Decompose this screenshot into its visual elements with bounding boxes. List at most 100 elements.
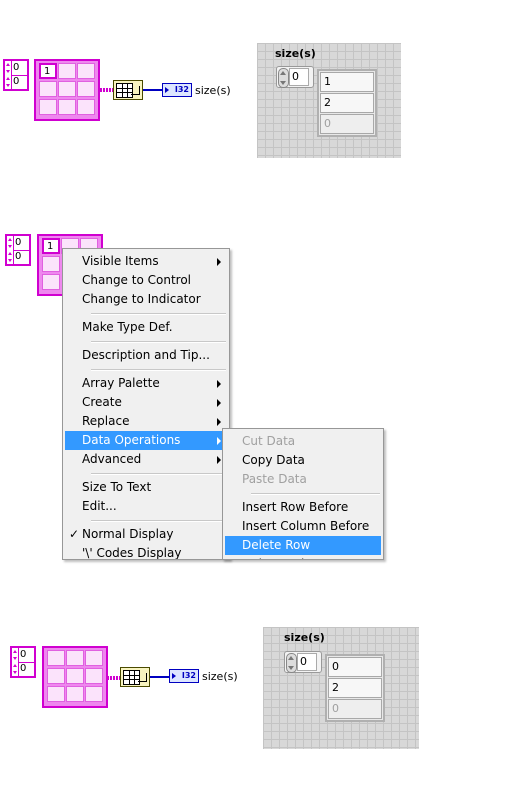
array-element: 2 (328, 678, 382, 698)
array-element-cell[interactable] (42, 274, 60, 290)
array-element-cell[interactable] (77, 99, 95, 115)
menu-item-delete-column[interactable]: Delete Column (225, 555, 381, 559)
array-index-display[interactable]: 0 0 (5, 234, 31, 266)
menu-separator (91, 520, 226, 522)
array-element-cell[interactable] (66, 686, 84, 702)
array-wire[interactable] (100, 88, 114, 92)
menu-item-change-to-indicator[interactable]: Change to Indicator (65, 290, 227, 309)
menu-item-cut-data: Cut Data (225, 432, 381, 451)
index-spinner-icon[interactable] (12, 648, 19, 662)
array-element-cell[interactable] (47, 650, 65, 666)
menu-item-advanced[interactable]: Advanced (65, 450, 227, 469)
array-element-cell[interactable] (42, 256, 60, 272)
array-element-grid[interactable] (42, 646, 108, 708)
array-index-value[interactable]: 0 (289, 68, 309, 86)
menu-item-change-to-control[interactable]: Change to Control (65, 271, 227, 290)
menu-item-array-palette[interactable]: Array Palette (65, 374, 227, 393)
menu-item-edit[interactable]: Edit... (65, 497, 227, 516)
column-index-value[interactable]: 0 (15, 250, 21, 264)
menu-item-insert-row-before[interactable]: Insert Row Before (225, 498, 381, 517)
column-index-value[interactable]: 0 (13, 75, 19, 89)
diagram-1: 0 0 1 I32 size(s) size(s) 0 1 2 0 (0, 0, 531, 170)
indicator-label: size(s) (284, 631, 325, 644)
array-wire[interactable] (107, 676, 121, 680)
i32-wire[interactable] (150, 676, 170, 678)
front-panel-3: size(s) 0 0 2 0 (263, 627, 419, 749)
array-element-cell[interactable] (47, 668, 65, 684)
index-spinner-icon[interactable] (12, 662, 19, 676)
menu-item-label: Visible Items (82, 254, 159, 268)
array-indicator: 1 2 0 (317, 69, 377, 137)
menu-item-data-operations[interactable]: Data Operations (65, 431, 227, 450)
array-element-cell[interactable] (85, 650, 103, 666)
array-element-cell[interactable] (85, 668, 103, 684)
array-constant[interactable]: 0 0 (10, 646, 110, 710)
menu-item-label: Description and Tip... (82, 348, 210, 362)
array-element-cell[interactable] (47, 686, 65, 702)
menu-item-replace[interactable]: Replace (65, 412, 227, 431)
menu-item-label: Normal Display (82, 527, 174, 541)
menu-item-normal-display[interactable]: Normal Display ✓ (65, 525, 227, 544)
menu-item-label: Edit... (82, 499, 117, 513)
array-element-cell[interactable] (66, 668, 84, 684)
menu-item-make-type-def[interactable]: Make Type Def. (65, 318, 227, 337)
array-element-empty: 0 (320, 114, 374, 134)
row-index-value[interactable]: 0 (20, 648, 26, 662)
array-size-node[interactable] (120, 667, 150, 687)
menu-item-label: Paste Data (242, 472, 307, 486)
menu-separator (91, 473, 226, 475)
array-element-cell[interactable] (77, 63, 95, 79)
menu-separator (91, 341, 226, 343)
array-index-display[interactable]: 0 0 (10, 646, 36, 678)
spinner-icon[interactable] (278, 68, 289, 88)
index-spinner-icon[interactable] (5, 75, 12, 89)
context-menu: Visible Items Change to Control Change to … (62, 248, 230, 560)
menu-item-insert-column-before[interactable]: Insert Column Before (225, 517, 381, 536)
array-element-cell[interactable]: 1 (42, 238, 60, 254)
array-index-value[interactable]: 0 (297, 653, 317, 671)
array-index-control[interactable]: 0 (276, 66, 314, 88)
array-element-cell[interactable] (66, 650, 84, 666)
submenu-arrow-icon (217, 258, 221, 266)
diagram-3: 0 0 I32 size(s) size(s) 0 0 2 0 (0, 590, 531, 790)
array-element-cell[interactable] (58, 81, 76, 97)
i32-wire[interactable] (143, 89, 163, 91)
size-indicator-terminal[interactable]: I32 (162, 83, 192, 97)
menu-item-create[interactable]: Create (65, 393, 227, 412)
array-element-cell[interactable] (58, 63, 76, 79)
row-index-value[interactable]: 0 (15, 236, 21, 250)
index-spinner-icon[interactable] (5, 61, 12, 75)
size-indicator-terminal[interactable]: I32 (169, 669, 199, 683)
menu-item-label: Create (82, 395, 122, 409)
array-element-cell[interactable] (39, 81, 57, 97)
array-element-empty: 0 (328, 699, 382, 719)
menu-item-label: Copy Data (242, 453, 305, 467)
spinner-icon[interactable] (286, 653, 297, 673)
array-element-cell[interactable] (39, 99, 57, 115)
array-index-control[interactable]: 0 (284, 651, 322, 673)
array-size-node[interactable] (113, 80, 143, 100)
menu-item-visible-items[interactable]: Visible Items (65, 252, 227, 271)
array-index-display[interactable]: 0 0 (3, 59, 29, 91)
menu-item-codes-display[interactable]: '\' Codes Display (65, 544, 227, 559)
index-spinner-icon[interactable] (7, 250, 14, 264)
diagram-2: 0 0 1 Visible Items Change to Control Chan… (0, 228, 531, 560)
array-element-grid[interactable]: 1 (34, 59, 100, 121)
menu-item-delete-row[interactable]: Delete Row (225, 536, 381, 555)
array-indicator: 0 2 0 (325, 654, 385, 722)
index-spinner-icon[interactable] (7, 236, 14, 250)
array-constant[interactable]: 0 0 1 (3, 59, 103, 123)
array-element-cell[interactable] (58, 99, 76, 115)
row-index-value[interactable]: 0 (13, 61, 19, 75)
column-index-value[interactable]: 0 (20, 662, 26, 676)
array-element-cell[interactable] (77, 81, 95, 97)
menu-item-description-and-tip[interactable]: Description and Tip... (65, 346, 227, 365)
menu-item-label: Data Operations (82, 433, 181, 447)
menu-item-size-to-text[interactable]: Size To Text (65, 478, 227, 497)
menu-item-label: Make Type Def. (82, 320, 173, 334)
submenu-arrow-icon (217, 456, 221, 464)
array-element-cell[interactable] (85, 686, 103, 702)
menu-item-copy-data[interactable]: Copy Data (225, 451, 381, 470)
array-element-cell[interactable]: 1 (39, 63, 57, 79)
menu-separator (91, 313, 226, 315)
